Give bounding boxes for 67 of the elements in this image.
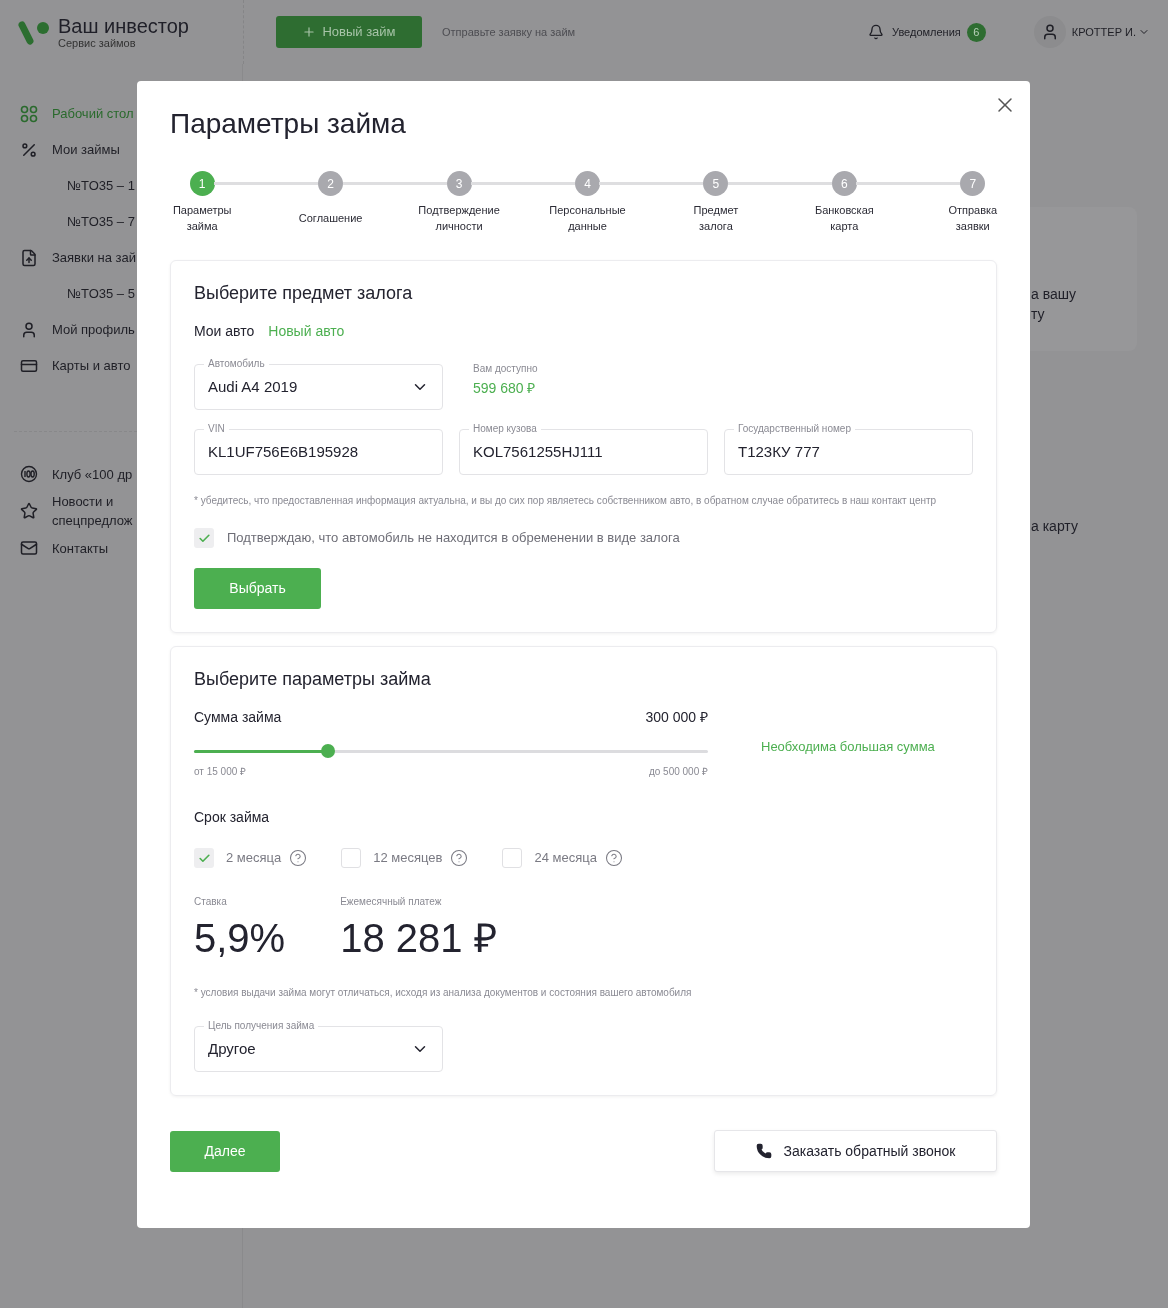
term-option-label: 12 месяцев: [373, 849, 443, 868]
checkbox[interactable]: [341, 848, 362, 868]
checkbox[interactable]: [502, 848, 523, 868]
section-title: Выберите предмет залога: [194, 282, 414, 305]
help-icon[interactable]: [604, 849, 623, 867]
payment-value: 18 281 ₽: [340, 915, 497, 962]
checkbox-label: Подтверждаю, что автомобиль не находится в обременении в виде залога: [227, 529, 680, 548]
note-text: * убедитесь, что предоставленная информация актуальна, и вы до сих пор являетесь собственником авто, в обратном случае обратитесь в наш контакт центр: [194, 494, 938, 508]
note-text: * условия выдачи займа могут отличаться, исходя из анализа документов и состояния вашего автомобиля: [194, 986, 693, 1000]
payment-label: Ежемесячный платеж: [340, 895, 443, 909]
amount-slider[interactable]: [194, 744, 708, 758]
modal-title: Параметры займа: [170, 107, 407, 141]
sidebar-item[interactable]: Заявки на зай: [20, 240, 242, 276]
help-icon[interactable]: [450, 849, 469, 867]
available-amount: 599 680 ₽: [473, 379, 537, 398]
logo-title: Ваш инвестор: [58, 15, 189, 37]
step-label: Банковская карта: [814, 203, 874, 234]
next-button[interactable]: Далее: [170, 1130, 280, 1172]
club-icon: [20, 465, 38, 483]
tab[interactable]: Новый авто: [268, 321, 345, 342]
available-label: Вам доступно: [473, 362, 538, 376]
new-loan-button[interactable]: Новый займ: [276, 16, 422, 48]
tab[interactable]: Мои авто: [194, 321, 255, 342]
step-label: Предмет залога: [693, 203, 739, 234]
phone-icon: [755, 1143, 772, 1159]
term-option-label: 2 месяца: [226, 849, 282, 868]
section-title: Выберите параметры займа: [194, 668, 432, 691]
step-label: Параметры займа: [172, 203, 232, 234]
rate-value: 5,9%: [194, 915, 286, 962]
step-label: Соглашение: [298, 211, 363, 226]
user-avatar-icon[interactable]: [1033, 16, 1066, 48]
checkbox[interactable]: [194, 848, 214, 868]
term-label: Срок займа: [194, 808, 270, 827]
callback-button[interactable]: Заказать обратный звонок: [714, 1130, 997, 1172]
card-text: а вашу ту: [1031, 285, 1076, 324]
file-upload-icon: [20, 249, 38, 267]
min-amount: от 15 000 ₽: [194, 765, 247, 779]
rate-label: Ставка: [194, 895, 228, 909]
check-icon: [197, 851, 211, 865]
user-menu-button[interactable]: КРОТТЕР И.: [1071, 23, 1150, 41]
logo-icon: [18, 19, 50, 45]
user-icon: [20, 321, 38, 339]
larger-amount-link[interactable]: Необходима большая сумма: [761, 737, 935, 757]
hint-text: Отправьте заявку на займ: [442, 24, 576, 40]
grid-icon: [20, 105, 38, 123]
notifications-link[interactable]: Уведомления: [892, 23, 961, 41]
check-icon: [197, 531, 211, 545]
step-label: Персональные данные: [549, 203, 626, 234]
card-text: а карту: [1031, 517, 1078, 536]
help-icon[interactable]: [289, 849, 308, 867]
step-label: Подтверждение личности: [418, 203, 500, 234]
notification-bell-icon[interactable]: [868, 24, 884, 40]
plus-icon: [302, 25, 317, 39]
amount-label: Сумма займа: [194, 708, 282, 727]
checkbox[interactable]: [194, 528, 214, 548]
max-amount: до 500 000 ₽: [648, 765, 708, 779]
amount-value: 300 000 ₽: [645, 708, 708, 727]
star-icon: [20, 502, 38, 520]
mail-icon: [20, 539, 38, 557]
select-button[interactable]: Выбрать: [194, 568, 321, 609]
card-icon: [20, 357, 38, 375]
notification-count-badge: 6: [966, 22, 986, 42]
logo-subtitle: Сервис займов: [58, 37, 137, 49]
percent-icon: [20, 141, 38, 159]
slider-thumb[interactable]: [320, 744, 335, 758]
step-label: Отправка заявки: [948, 203, 998, 234]
term-option-label: 24 месяца: [534, 849, 597, 868]
